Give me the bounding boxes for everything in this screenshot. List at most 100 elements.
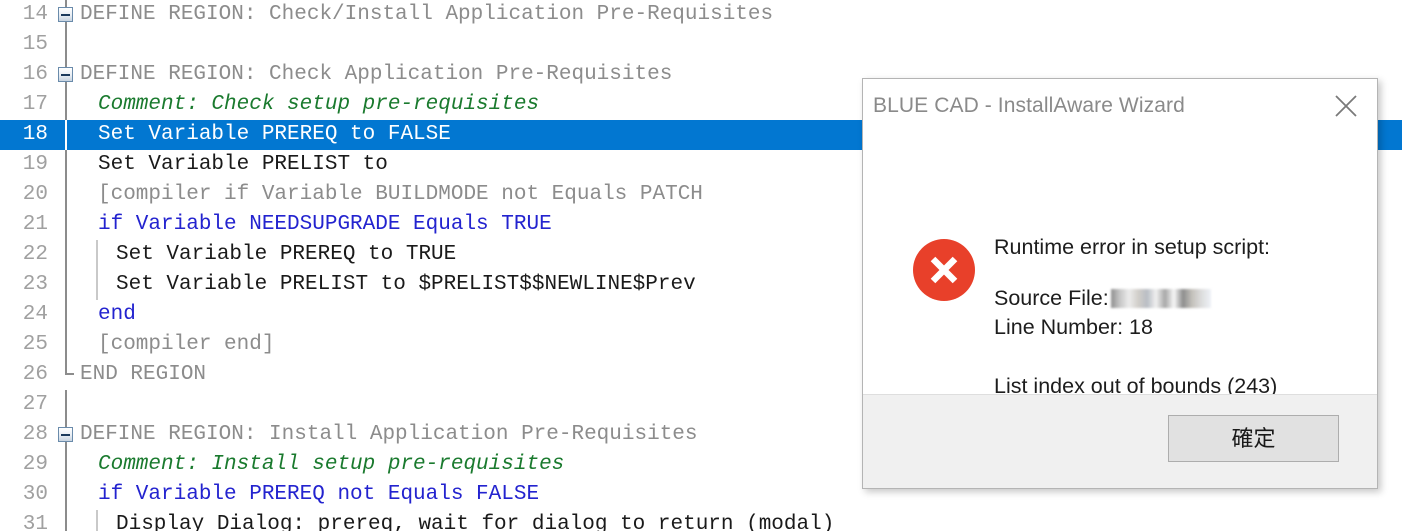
code-text: Set Variable PRELIST to $PRELIST$$NEWLIN… [116,270,696,300]
nested-indent-guide [96,510,98,531]
code-line[interactable]: 14 DEFINE REGION: Check/Install Applicati… [0,0,1402,30]
fold-column[interactable] [56,150,76,180]
fold-column[interactable] [56,240,76,270]
indent-guide [65,390,67,420]
code-token: Display Dialog: prereq, wait for dialog … [116,513,835,531]
redacted-source-file-value [1110,288,1211,308]
fold-column[interactable] [56,30,76,60]
line-number: 17 [22,93,48,116]
code-token: [compiler if Variable BUILDMODE not Equa… [98,183,703,206]
installaware-error-dialog: BLUE CAD - InstallAware Wizard Runtime e… [862,78,1378,489]
code-token: Set Variable PREREQ to TRUE [116,243,457,266]
dialog-footer: 確定 [863,394,1377,488]
code-text: DEFINE REGION: Check Application Pre-Req… [80,60,672,90]
fold-corner [65,373,74,375]
code-text: DEFINE REGION: Check/Install Application… [80,0,773,30]
fold-column[interactable] [56,90,76,120]
error-circle-x-icon [913,239,975,301]
code-text: end [98,300,136,330]
line-number: 24 [22,303,48,326]
fold-toggle-icon[interactable] [58,427,73,442]
line-number: 31 [22,513,48,531]
line-number: 27 [22,393,48,416]
fold-toggle-icon[interactable] [58,7,73,22]
error-heading: Runtime error in setup script: [994,235,1271,259]
code-text: Display Dialog: prereq, wait for dialog … [116,510,834,531]
code-token: [compiler end] [98,333,275,356]
fold-column[interactable] [56,420,76,450]
fold-column[interactable] [56,300,76,330]
fold-column[interactable] [56,480,76,510]
fold-column[interactable] [56,60,76,90]
line-number: 25 [22,333,48,356]
indent-guide [65,480,67,510]
code-token: if Variable PREREQ not Equals FALSE [98,483,540,506]
indent-guide [65,150,67,180]
indent-guide [65,90,67,120]
source-file-row: Source File: [994,284,1364,313]
line-number: 18 [22,123,48,146]
indent-guide [65,330,67,360]
indent-guide [65,120,67,150]
code-text: [compiler end] [98,330,274,360]
dialog-title-bar[interactable]: BLUE CAD - InstallAware Wizard [863,79,1377,135]
code-token: Set Variable PRELIST to [98,153,388,176]
code-text: Set Variable PREREQ to FALSE [98,120,451,150]
code-text: Set Variable PRELIST to [98,150,388,180]
line-number: 29 [22,453,48,476]
code-text: Comment: Install setup pre-requisites [98,450,564,480]
code-token: end [98,303,136,326]
code-text: if Variable NEEDSUPGRADE Equals TRUE [98,210,552,240]
indent-guide [65,450,67,480]
fold-column[interactable] [56,330,76,360]
fold-column[interactable] [56,270,76,300]
fold-column[interactable] [56,450,76,480]
fold-column[interactable] [56,180,76,210]
indent-guide [65,240,67,270]
indent-guide [65,180,67,210]
fold-toggle-icon[interactable] [58,67,73,82]
code-token: DEFINE REGION: Check/Install Application… [80,3,774,26]
code-line[interactable]: 15 [0,30,1402,60]
code-token: Comment: Install setup pre-requisites [98,453,565,476]
fold-column[interactable] [56,390,76,420]
fold-column[interactable] [56,510,76,531]
source-file-label: Source File: [994,286,1109,310]
line-number: 22 [22,243,48,266]
code-token: if Variable NEEDSUPGRADE Equals TRUE [98,213,552,236]
line-number: 21 [22,213,48,236]
nested-indent-guide [96,240,98,270]
fold-column[interactable] [56,210,76,240]
code-token: Set Variable PREREQ to FALSE [98,123,451,146]
error-message-block: Runtime error in setup script: Source Fi… [994,233,1364,401]
dialog-title: BLUE CAD - InstallAware Wizard [873,94,1185,117]
close-icon[interactable] [1323,87,1369,125]
line-number: 19 [22,153,48,176]
code-token: Set Variable PRELIST to $PRELIST$$NEWLIN… [116,273,696,296]
indent-guide [65,210,67,240]
line-number: 14 [22,3,48,26]
line-number: 16 [22,63,48,86]
code-text: Comment: Check setup pre-requisites [98,90,539,120]
line-number: 26 [22,363,48,386]
code-token: DEFINE REGION: Install Application Pre-R… [80,423,698,446]
code-text: [compiler if Variable BUILDMODE not Equa… [98,180,703,210]
code-text: if Variable PREREQ not Equals FALSE [98,480,539,510]
line-number-row: Line Number: 18 [994,315,1153,339]
indent-guide [65,270,67,300]
indent-guide [65,30,67,60]
code-token: DEFINE REGION: Check Application Pre-Req… [80,63,673,86]
fold-column[interactable] [56,360,76,390]
dialog-body: Runtime error in setup script: Source Fi… [863,135,1377,398]
ok-button[interactable]: 確定 [1168,415,1339,462]
line-number: 30 [22,483,48,506]
code-text: Set Variable PREREQ to TRUE [116,240,456,270]
fold-column[interactable] [56,120,76,150]
code-token: Comment: Check setup pre-requisites [98,93,540,116]
line-number: 20 [22,183,48,206]
line-number: 15 [22,33,48,56]
fold-column[interactable] [56,0,76,30]
line-number: 28 [22,423,48,446]
code-line[interactable]: 31 Display Dialog: prereq, wait for dialo… [0,510,1402,531]
nested-indent-guide [96,270,98,300]
